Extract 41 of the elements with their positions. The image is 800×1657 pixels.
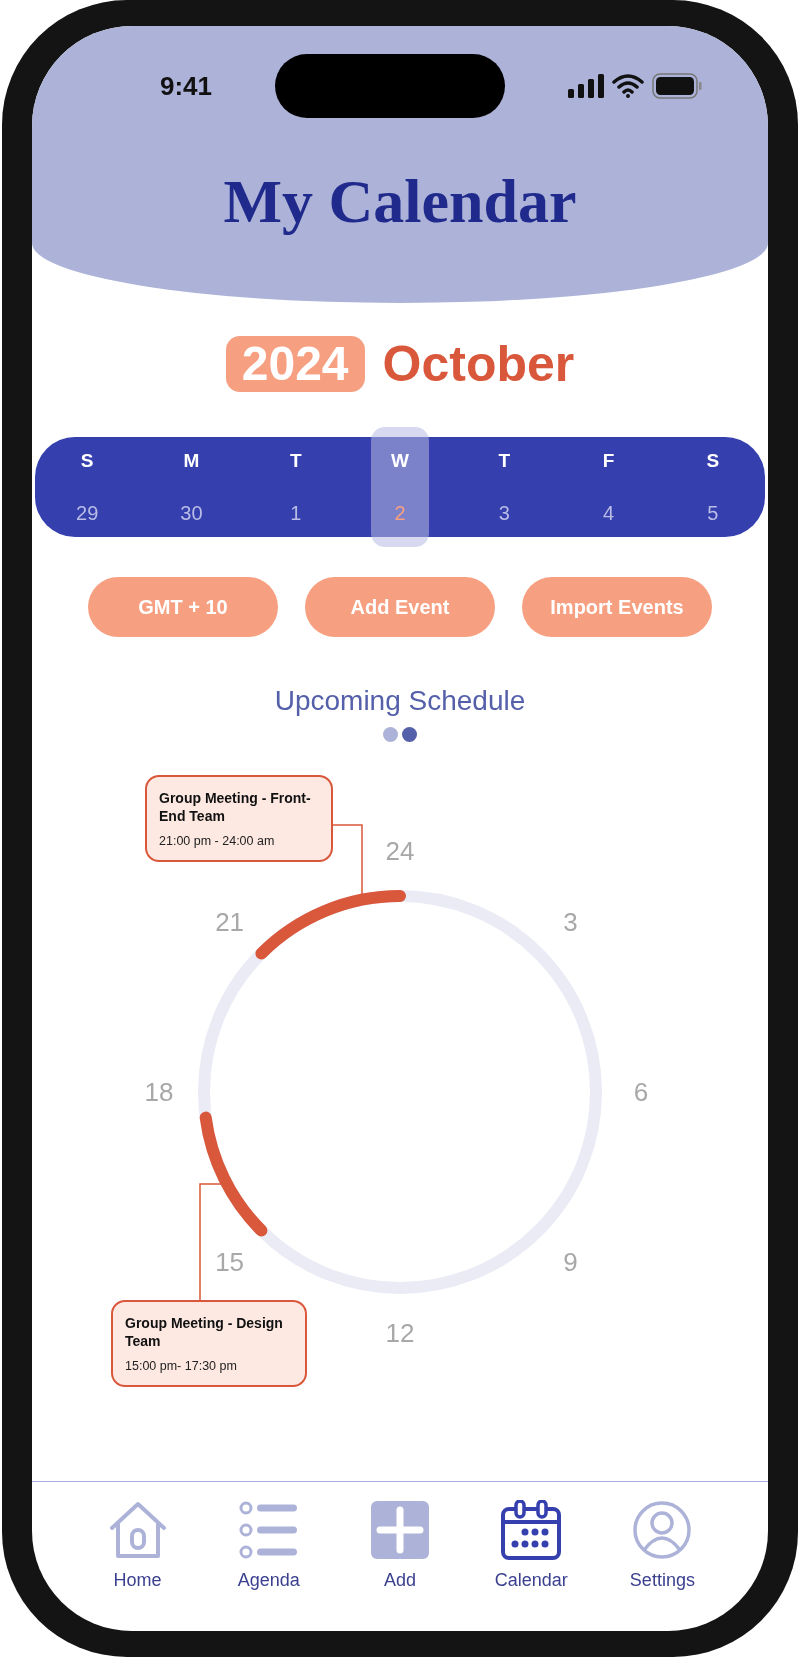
- calendar-icon: [501, 1500, 562, 1560]
- event-callout[interactable]: Group Meeting - Front-End Team 21:00 pm - 24:00 am: [145, 775, 333, 862]
- hour-label: 12: [385, 1318, 415, 1348]
- year-label: 2024: [225, 336, 365, 392]
- status-time: 9:41: [160, 70, 213, 102]
- day-cell[interactable]: S 29: [58, 427, 117, 547]
- day-cell[interactable]: F 4: [579, 427, 638, 547]
- signal-icon: [568, 74, 604, 98]
- section-title: Upcoming Schedule: [273, 685, 527, 717]
- wifi-icon: [612, 74, 644, 98]
- nav-item[interactable]: Home: [72, 1500, 204, 1591]
- day-cell[interactable]: W 2: [371, 427, 429, 547]
- hour-label: 24: [385, 836, 415, 866]
- hour-label: 15: [215, 1247, 245, 1278]
- hour-label: 3: [563, 906, 578, 937]
- nav-item[interactable]: Settings: [596, 1500, 728, 1591]
- home-icon: [107, 1500, 168, 1560]
- nav-item[interactable]: Calendar: [465, 1500, 597, 1591]
- month-label: October: [382, 335, 575, 393]
- hour-label: 9: [563, 1247, 578, 1278]
- page-dot[interactable]: [402, 727, 417, 742]
- user-icon: [632, 1500, 693, 1560]
- hour-label: 6: [633, 1077, 649, 1107]
- hour-label: 18: [144, 1077, 174, 1107]
- day-cell[interactable]: T 3: [475, 427, 534, 547]
- hour-label: 21: [215, 906, 245, 937]
- event-callout[interactable]: Group Meeting - Design Team 15:00 pm- 17:30 pm: [111, 1300, 307, 1387]
- plus-icon: [370, 1500, 430, 1560]
- event-title: Group Meeting - Design Team: [125, 1314, 284, 1350]
- day-cell[interactable]: M 30: [162, 427, 221, 547]
- list-icon: [238, 1500, 299, 1560]
- day-cell[interactable]: S 5: [683, 427, 742, 547]
- event-title: Group Meeting - Front-End Team: [159, 789, 312, 825]
- page-dot[interactable]: [383, 727, 398, 742]
- battery-icon: [652, 73, 702, 99]
- event-time: 15:00 pm- 17:30 pm: [125, 1359, 238, 1373]
- app-title: My Calendar: [223, 166, 577, 237]
- day-cell[interactable]: T 1: [266, 427, 325, 547]
- event-time: 21:00 pm - 24:00 am: [159, 834, 276, 848]
- nav-item[interactable]: Agenda: [203, 1500, 335, 1591]
- nav-item[interactable]: Add: [334, 1500, 466, 1591]
